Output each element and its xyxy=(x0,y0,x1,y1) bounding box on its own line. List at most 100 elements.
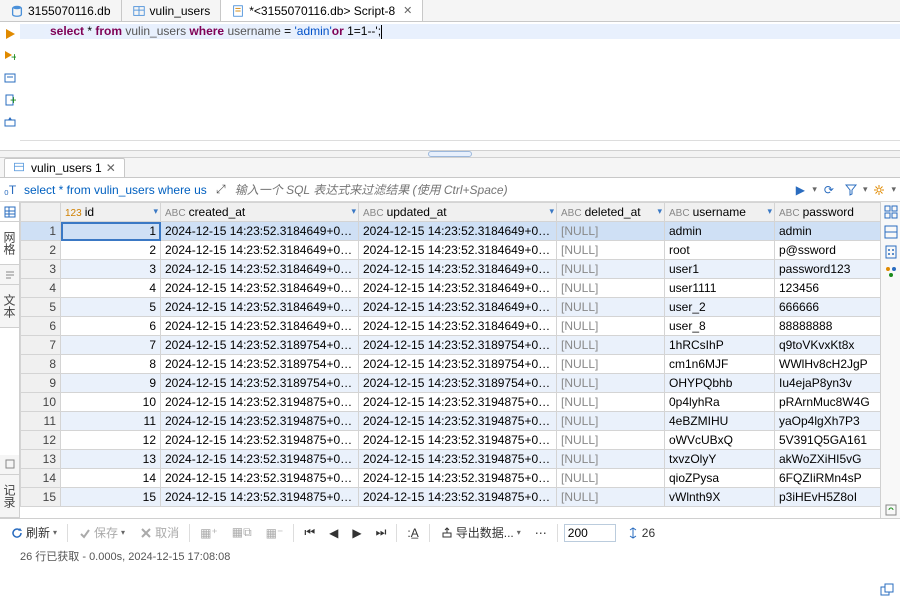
cell-updated_at[interactable]: 2024-12-15 14:23:52.3194875+08:00 xyxy=(359,412,557,431)
cell-deleted_at[interactable]: [NULL] xyxy=(557,393,665,412)
column-menu-icon[interactable]: ▾ xyxy=(657,206,662,217)
cell-updated_at[interactable]: 2024-12-15 14:23:52.3189754+08:00 xyxy=(359,355,557,374)
cell-password[interactable]: 6FQZIiRMn4sP xyxy=(775,469,881,488)
cell-created_at[interactable]: 2024-12-15 14:23:52.3184649+08:00 xyxy=(161,298,359,317)
cell-deleted_at[interactable]: [NULL] xyxy=(557,298,665,317)
cell-password[interactable]: pRArnMuc8W4G xyxy=(775,393,881,412)
row-number-cell[interactable]: 12 xyxy=(21,431,61,450)
column-header-id[interactable]: 123id▾ xyxy=(61,203,161,222)
tab-db-file[interactable]: 3155070116.db xyxy=(0,0,122,21)
cell-updated_at[interactable]: 2024-12-15 14:23:52.3189754+08:00 xyxy=(359,336,557,355)
cell-id[interactable]: 14 xyxy=(61,469,161,488)
filter-input[interactable] xyxy=(231,183,787,197)
cell-username[interactable]: vWlnth9X xyxy=(665,488,775,507)
cell-password[interactable]: admin xyxy=(775,222,881,241)
cell-password[interactable]: 666666 xyxy=(775,298,881,317)
cell-password[interactable]: WWlHv8cH2JgP xyxy=(775,355,881,374)
history-icon[interactable]: ⟳ xyxy=(819,180,839,200)
cell-username[interactable]: root xyxy=(665,241,775,260)
column-header-created_at[interactable]: ABCcreated_at▾ xyxy=(161,203,359,222)
duplicate-row-icon[interactable]: ▦⧉ xyxy=(228,523,256,542)
cell-deleted_at[interactable]: [NULL] xyxy=(557,431,665,450)
row-number-cell[interactable]: 9 xyxy=(21,374,61,393)
cell-password[interactable]: p@ssword xyxy=(775,241,881,260)
column-menu-icon[interactable]: ▾ xyxy=(153,206,158,217)
new-script-icon[interactable]: + xyxy=(2,92,18,108)
cell-id[interactable]: 9 xyxy=(61,374,161,393)
corner-cell[interactable] xyxy=(21,203,61,222)
sql-toggle-icon[interactable]: ₀T xyxy=(0,180,20,200)
prev-page-icon[interactable]: ◀ xyxy=(325,524,342,542)
cell-deleted_at[interactable]: [NULL] xyxy=(557,355,665,374)
table-row[interactable]: 442024-12-15 14:23:52.3184649+08:002024-… xyxy=(21,279,881,298)
expand-icon[interactable]: ⤢ xyxy=(211,182,231,197)
cell-deleted_at[interactable]: [NULL] xyxy=(557,488,665,507)
cell-created_at[interactable]: 2024-12-15 14:23:52.3184649+08:00 xyxy=(161,222,359,241)
cell-password[interactable]: akWoZXiHI5vG xyxy=(775,450,881,469)
column-menu-icon[interactable]: ▾ xyxy=(549,206,554,217)
row-number-cell[interactable]: 15 xyxy=(21,488,61,507)
cell-created_at[interactable]: 2024-12-15 14:23:52.3194875+08:00 xyxy=(161,412,359,431)
grid-mode-tab[interactable]: 网格 xyxy=(0,222,19,265)
calc-panel-icon[interactable] xyxy=(883,244,899,260)
cell-deleted_at[interactable]: [NULL] xyxy=(557,469,665,488)
cell-password[interactable]: yaOp4lgXh7P3 xyxy=(775,412,881,431)
last-page-icon[interactable]: ⏭ xyxy=(372,523,391,542)
text-format-icon[interactable]: :A̲ xyxy=(403,524,422,542)
apply-filter-icon[interactable]: ▶ xyxy=(790,180,810,200)
cell-username[interactable]: user1 xyxy=(665,260,775,279)
cell-updated_at[interactable]: 2024-12-15 14:23:52.3194875+08:00 xyxy=(359,431,557,450)
row-number-cell[interactable]: 1 xyxy=(21,222,61,241)
cell-id[interactable]: 2 xyxy=(61,241,161,260)
cell-updated_at[interactable]: 2024-12-15 14:23:52.3184649+08:00 xyxy=(359,241,557,260)
row-number-cell[interactable]: 6 xyxy=(21,317,61,336)
table-row[interactable]: 13132024-12-15 14:23:52.3194875+08:00202… xyxy=(21,450,881,469)
cell-password[interactable]: password123 xyxy=(775,260,881,279)
cell-username[interactable]: user_2 xyxy=(665,298,775,317)
sql-editor[interactable]: select * from vulin_users where username… xyxy=(20,22,900,150)
cell-updated_at[interactable]: 2024-12-15 14:23:52.3184649+08:00 xyxy=(359,260,557,279)
cell-username[interactable]: oWVcUBxQ xyxy=(665,431,775,450)
cell-deleted_at[interactable]: [NULL] xyxy=(557,374,665,393)
cell-deleted_at[interactable]: [NULL] xyxy=(557,222,665,241)
table-row[interactable]: 552024-12-15 14:23:52.3184649+08:002024-… xyxy=(21,298,881,317)
sash-handle[interactable] xyxy=(0,150,900,158)
grouping-icon[interactable] xyxy=(883,264,899,280)
row-number-cell[interactable]: 5 xyxy=(21,298,61,317)
row-number-cell[interactable]: 14 xyxy=(21,469,61,488)
cell-updated_at[interactable]: 2024-12-15 14:23:52.3184649+08:00 xyxy=(359,317,557,336)
cell-updated_at[interactable]: 2024-12-15 14:23:52.3184649+08:00 xyxy=(359,279,557,298)
cell-id[interactable]: 15 xyxy=(61,488,161,507)
table-row[interactable]: 12122024-12-15 14:23:52.3194875+08:00202… xyxy=(21,431,881,450)
cell-created_at[interactable]: 2024-12-15 14:23:52.3189754+08:00 xyxy=(161,374,359,393)
row-number-cell[interactable]: 7 xyxy=(21,336,61,355)
cell-password[interactable]: Iu4ejaP8yn3v xyxy=(775,374,881,393)
cell-id[interactable]: 5 xyxy=(61,298,161,317)
row-number-cell[interactable]: 4 xyxy=(21,279,61,298)
cell-username[interactable]: OHYPQbhb xyxy=(665,374,775,393)
cell-id[interactable]: 3 xyxy=(61,260,161,279)
column-header-password[interactable]: ABCpassword▾ xyxy=(775,203,881,222)
horizontal-scrollbar[interactable] xyxy=(20,140,900,150)
cell-deleted_at[interactable]: [NULL] xyxy=(557,336,665,355)
table-row[interactable]: 10102024-12-15 14:23:52.3194875+08:00202… xyxy=(21,393,881,412)
cell-created_at[interactable]: 2024-12-15 14:23:52.3184649+08:00 xyxy=(161,317,359,336)
cell-created_at[interactable]: 2024-12-15 14:23:52.3194875+08:00 xyxy=(161,488,359,507)
detach-icon[interactable] xyxy=(880,583,894,597)
row-number-cell[interactable]: 13 xyxy=(21,450,61,469)
cell-updated_at[interactable]: 2024-12-15 14:23:52.3194875+08:00 xyxy=(359,450,557,469)
cell-created_at[interactable]: 2024-12-15 14:23:52.3184649+08:00 xyxy=(161,260,359,279)
table-row[interactable]: 14142024-12-15 14:23:52.3194875+08:00202… xyxy=(21,469,881,488)
export-button[interactable]: 导出数据...▾ xyxy=(436,522,525,543)
column-header-username[interactable]: ABCusername▾ xyxy=(665,203,775,222)
row-number-cell[interactable]: 3 xyxy=(21,260,61,279)
cell-id[interactable]: 7 xyxy=(61,336,161,355)
execute-plus-icon[interactable]: + xyxy=(2,48,18,64)
cell-created_at[interactable]: 2024-12-15 14:23:52.3194875+08:00 xyxy=(161,431,359,450)
value-panel-icon[interactable] xyxy=(883,224,899,240)
row-number-cell[interactable]: 8 xyxy=(21,355,61,374)
sql-code-line[interactable]: select * from vulin_users where username… xyxy=(44,24,900,39)
cell-username[interactable]: qioZPysa xyxy=(665,469,775,488)
next-page-icon[interactable]: ▶ xyxy=(348,524,365,542)
save-button[interactable]: 保存▾ xyxy=(74,522,129,543)
